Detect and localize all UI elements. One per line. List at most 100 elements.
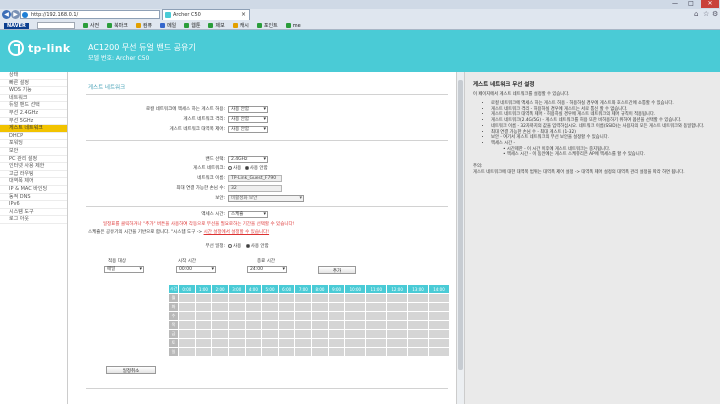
grid-cell[interactable] xyxy=(311,329,329,339)
grid-cell[interactable] xyxy=(407,302,429,312)
grid-cell[interactable] xyxy=(344,311,367,321)
grid-cell[interactable] xyxy=(365,311,388,321)
grid-cell[interactable] xyxy=(311,338,329,348)
fav-item[interactable]: 포인트 xyxy=(256,22,278,29)
sidebar-item-ip-mac[interactable]: IP & MAC 바인딩 xyxy=(0,186,67,194)
grid-cell[interactable] xyxy=(178,320,196,330)
grid-cell[interactable] xyxy=(211,320,229,330)
grid-cell[interactable] xyxy=(327,302,346,312)
guest-network-enable-radio[interactable] xyxy=(228,165,232,170)
sidebar-item-bandwidth[interactable]: 대역폭 제어 xyxy=(0,178,67,186)
sidebar-item-parental[interactable]: PC 관리 설정 xyxy=(0,156,67,164)
grid-cell[interactable] xyxy=(261,311,279,321)
grid-cell[interactable] xyxy=(178,293,196,303)
grid-cell[interactable] xyxy=(261,293,279,303)
grid-cell[interactable] xyxy=(327,320,346,330)
grid-cell[interactable] xyxy=(311,302,329,312)
grid-cell[interactable] xyxy=(427,338,451,348)
grid-cell[interactable] xyxy=(386,338,409,348)
grid-cell[interactable] xyxy=(277,293,296,303)
grid-cell[interactable] xyxy=(311,320,329,330)
cancel-schedule-button[interactable]: 일정취소 xyxy=(106,366,156,374)
grid-cell[interactable] xyxy=(386,311,409,321)
grid-cell[interactable] xyxy=(277,347,296,357)
grid-cell[interactable] xyxy=(244,302,263,312)
grid-cell[interactable] xyxy=(311,293,329,303)
end-time-select[interactable]: 24:00 xyxy=(247,266,287,273)
grid-cell[interactable] xyxy=(211,347,229,357)
grid-cell[interactable] xyxy=(244,293,263,303)
browser-tab[interactable]: Archer C50 × xyxy=(162,9,250,20)
access-time-select[interactable]: 스케쥴 xyxy=(228,210,268,218)
grid-cell[interactable] xyxy=(365,293,388,303)
grid-cell[interactable] xyxy=(244,329,263,339)
grid-cell[interactable] xyxy=(386,293,409,303)
grid-cell[interactable] xyxy=(407,320,429,330)
grid-cell[interactable] xyxy=(365,329,388,339)
grid-cell[interactable] xyxy=(427,311,451,321)
grid-cell[interactable] xyxy=(344,329,367,339)
sidebar-item-ipv6[interactable]: IPv6 xyxy=(0,201,67,209)
grid-cell[interactable] xyxy=(327,347,346,357)
grid-cell[interactable] xyxy=(344,320,367,330)
bandwidth-select[interactable]: 사용 안함 xyxy=(228,125,268,133)
fav-naver[interactable]: NAVER xyxy=(4,22,29,29)
grid-cell[interactable] xyxy=(194,302,213,312)
grid-cell[interactable] xyxy=(277,302,296,312)
tab-close-icon[interactable]: × xyxy=(241,10,246,20)
grid-cell[interactable] xyxy=(194,293,213,303)
star-icon[interactable]: ☆ xyxy=(703,10,709,18)
grid-cell[interactable] xyxy=(407,311,429,321)
grid-cell[interactable] xyxy=(427,293,451,303)
time-settings-link[interactable]: 시간 설정에서 설정할 수 있습니다! xyxy=(204,230,270,235)
sidebar-item-guest-network[interactable]: 게스트 네트워크 xyxy=(0,125,67,133)
grid-cell[interactable] xyxy=(407,293,429,303)
grid-cell[interactable] xyxy=(386,329,409,339)
schedule-disable-radio[interactable] xyxy=(245,243,250,248)
sidebar-item-status[interactable]: 상태 xyxy=(0,72,67,80)
grid-cell[interactable] xyxy=(178,347,196,357)
grid-cell[interactable] xyxy=(294,293,313,303)
grid-cell[interactable] xyxy=(211,311,229,321)
close-button[interactable]: ✕ xyxy=(701,0,719,8)
grid-cell[interactable] xyxy=(211,302,229,312)
grid-cell[interactable] xyxy=(178,302,196,312)
fav-item[interactable]: 웹툰 xyxy=(184,22,200,29)
grid-cell[interactable] xyxy=(427,320,451,330)
isolation-select[interactable]: 사용 안함 xyxy=(228,115,268,123)
home-icon[interactable]: ⌂ xyxy=(694,10,698,18)
grid-cell[interactable] xyxy=(327,338,346,348)
maximize-button[interactable]: □ xyxy=(684,0,698,8)
grid-cell[interactable] xyxy=(407,338,429,348)
grid-cell[interactable] xyxy=(294,320,313,330)
grid-cell[interactable] xyxy=(227,329,246,339)
grid-cell[interactable] xyxy=(311,311,329,321)
grid-cell[interactable] xyxy=(427,347,451,357)
fav-item[interactable]: 컴퓨 xyxy=(135,22,152,29)
grid-cell[interactable] xyxy=(294,329,313,339)
grid-cell[interactable] xyxy=(194,338,213,348)
grid-cell[interactable] xyxy=(327,311,346,321)
sidebar-item-wds[interactable]: WDS 기능 xyxy=(0,87,67,95)
grid-cell[interactable] xyxy=(261,329,279,339)
fav-item[interactable]: 제보 xyxy=(208,22,225,29)
grid-cell[interactable] xyxy=(365,347,388,357)
grid-cell[interactable] xyxy=(194,320,213,330)
grid-cell[interactable] xyxy=(178,329,196,339)
grid-cell[interactable] xyxy=(194,347,213,357)
fav-item[interactable]: me xyxy=(285,23,301,29)
band-select[interactable]: 2.4GHz xyxy=(228,155,268,163)
sidebar-item-dual-band[interactable]: 듀얼 밴드 선택 xyxy=(0,102,67,110)
grid-cell[interactable] xyxy=(386,320,409,330)
grid-cell[interactable] xyxy=(427,302,451,312)
grid-cell[interactable] xyxy=(261,338,279,348)
grid-cell[interactable] xyxy=(344,302,367,312)
max-guests-input[interactable]: 32 xyxy=(228,184,282,192)
grid-cell[interactable] xyxy=(211,329,229,339)
grid-cell[interactable] xyxy=(386,302,409,312)
fav-item[interactable]: 메일 xyxy=(160,22,176,29)
target-select[interactable]: 매일 xyxy=(104,266,144,273)
grid-cell[interactable] xyxy=(178,311,196,321)
fav-item[interactable]: 캐시 xyxy=(232,22,249,29)
grid-cell[interactable] xyxy=(261,347,279,357)
